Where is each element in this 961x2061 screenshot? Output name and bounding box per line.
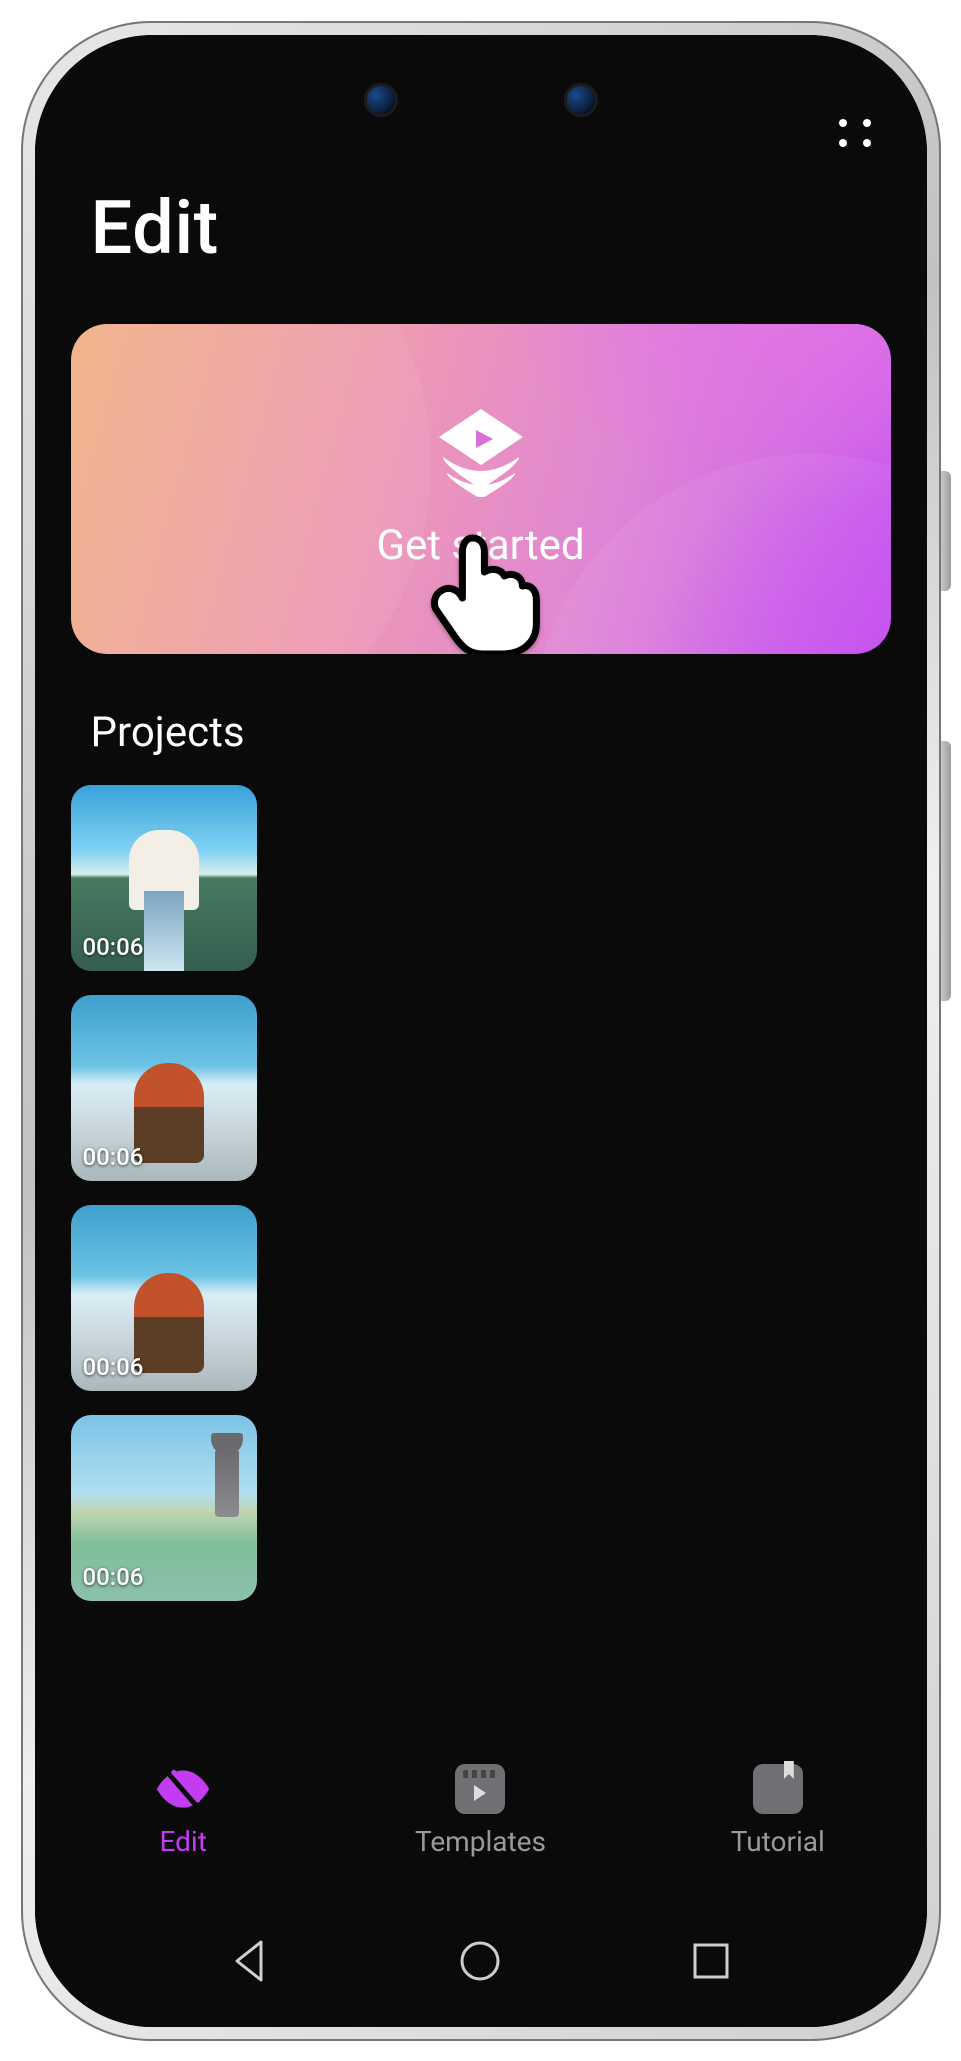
project-name: 20210906-195629 [281,813,867,855]
layers-play-icon [431,407,531,497]
bottom-tab-bar: Edit Templates Tutorial [35,1733,927,1915]
project-info: 20210906-195207 Last edited: 2021.09.06 1… [237,1205,891,1391]
project-duration: 00:06 [83,1353,144,1381]
get-started-card[interactable]: Get started [71,324,891,654]
system-nav-bar [35,1915,927,2027]
project-last-edited: Last edited: 2021.08.25 11:39 [281,1497,867,1530]
project-thumbnail: 00:06 [71,1415,257,1601]
project-thumbnail: 00:06 [71,995,257,1181]
project-size: 238.88KB [281,912,867,945]
projects-list: 00:06 20210906-195629 Last edited: 2021.09… [35,777,927,1733]
project-more-icon[interactable] [829,1483,869,1533]
project-duration: 00:06 [83,1563,144,1591]
nav-back-icon[interactable] [227,1938,273,1984]
project-name: 20210906-195207 [281,1233,867,1275]
project-last-edited: Last edited: 2021.09.06 19:52 [281,1287,867,1320]
project-info: 20210813-092635 Last edited: 2021.08.25 1… [237,1415,891,1601]
project-info: 20210906-195308 Last edited: 2021.09.06 1… [237,995,891,1181]
notch [336,65,626,135]
project-card[interactable]: 00:06 20210906-195207 Last edited: 2021.09… [71,1205,891,1391]
project-last-edited: Last edited: 2021.09.06 19:54 [281,1077,867,1110]
app-screen: Edit Get started Projects 00:06 20210906-… [35,35,927,2027]
project-name: 20210906-195308 [281,1023,867,1065]
project-more-icon[interactable] [829,1273,869,1323]
nav-home-icon[interactable] [457,1938,503,1984]
project-more-icon[interactable] [829,1063,869,1113]
get-started-label: Get started [376,521,584,570]
tutorial-icon [750,1761,806,1817]
nav-recent-icon[interactable] [688,1938,734,1984]
project-duration: 00:06 [83,933,144,961]
templates-icon [452,1761,508,1817]
project-thumbnail: 00:06 [71,785,257,971]
tab-edit[interactable]: Edit [83,1761,283,1858]
tab-label: Templates [415,1825,546,1858]
page-title: Edit [35,185,927,312]
phone-frame: Edit Get started Projects 00:06 20210906-… [21,21,941,2041]
project-size: 710.00KB [281,1542,867,1575]
tab-label: Edit [159,1825,206,1858]
tab-tutorial[interactable]: Tutorial [678,1761,878,1858]
edit-icon [155,1761,211,1817]
tab-templates[interactable]: Templates [380,1761,580,1858]
project-name: 20210813-092635 [281,1443,867,1485]
project-size: 219.58KB [281,1122,867,1155]
project-card[interactable]: 00:06 20210813-092635 Last edited: 2021.08… [71,1415,891,1601]
projects-heading: Projects [35,654,927,777]
more-grid-icon[interactable] [835,113,875,153]
front-camera [564,83,598,117]
project-duration: 00:06 [83,1143,144,1171]
project-info: 20210906-195629 Last edited: 2021.09.06 1… [237,785,891,971]
project-size: 219.58KB [281,1332,867,1365]
project-more-icon[interactable] [829,853,869,903]
project-thumbnail: 00:06 [71,1205,257,1391]
project-card[interactable]: 00:06 20210906-195629 Last edited: 2021.09… [71,785,891,971]
tab-label: Tutorial [731,1825,825,1858]
project-card[interactable]: 00:06 20210906-195308 Last edited: 2021.09… [71,995,891,1181]
front-camera [364,83,398,117]
hardware-button-power [941,471,951,591]
hardware-button-volume [941,741,951,1001]
project-last-edited: Last edited: 2021.09.06 19:56 [281,867,867,900]
